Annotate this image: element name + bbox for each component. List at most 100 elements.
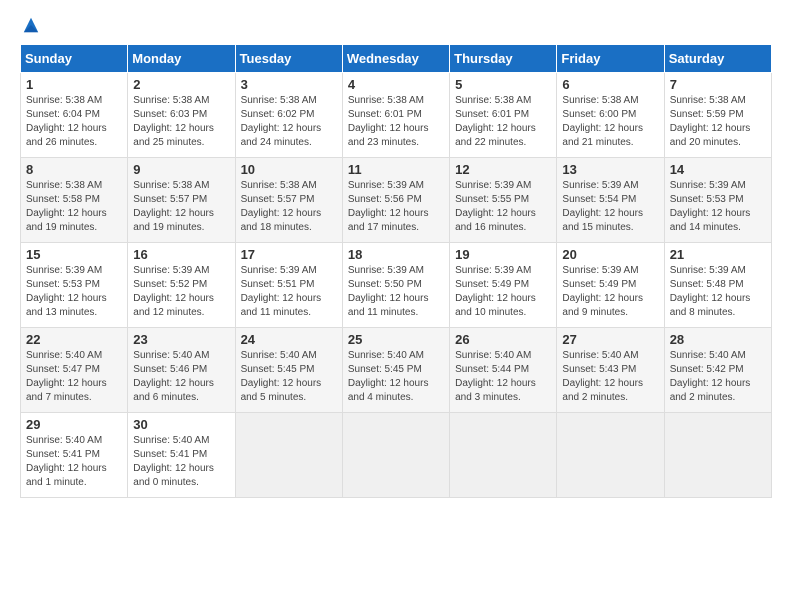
day-info: Sunrise: 5:39 AM Sunset: 5:55 PM Dayligh…: [455, 179, 551, 235]
day-info: Sunrise: 5:40 AM Sunset: 5:44 PM Dayligh…: [455, 349, 551, 405]
day-number: 5: [455, 77, 551, 92]
day-number: 2: [133, 77, 229, 92]
day-info: Sunrise: 5:38 AM Sunset: 6:04 PM Dayligh…: [26, 94, 122, 150]
day-cell: 3Sunrise: 5:38 AM Sunset: 6:02 PM Daylig…: [235, 73, 342, 158]
day-info: Sunrise: 5:40 AM Sunset: 5:45 PM Dayligh…: [241, 349, 337, 405]
day-number: 12: [455, 162, 551, 177]
day-info: Sunrise: 5:38 AM Sunset: 5:58 PM Dayligh…: [26, 179, 122, 235]
day-info: Sunrise: 5:40 AM Sunset: 5:41 PM Dayligh…: [133, 434, 229, 490]
day-number: 17: [241, 247, 337, 262]
day-cell: 24 Sunrise: 5:40 AM Sunset: 5:45 PM Dayli…: [235, 328, 342, 413]
day-info: Sunrise: 5:39 AM Sunset: 5:49 PM Dayligh…: [562, 264, 658, 320]
day-cell: 29Sunrise: 5:40 AM Sunset: 5:41 PM Dayli…: [21, 413, 128, 498]
day-number: 8: [26, 162, 122, 177]
day-number: 10: [241, 162, 337, 177]
day-number: 16: [133, 247, 229, 262]
day-cell: [342, 413, 449, 498]
day-number: 30: [133, 417, 229, 432]
day-cell: 6 Sunrise: 5:38 AM Sunset: 6:00 PM Daylig…: [557, 73, 664, 158]
day-info: Sunrise: 5:39 AM Sunset: 5:48 PM Dayligh…: [670, 264, 766, 320]
day-cell: 21 Sunrise: 5:39 AM Sunset: 5:48 PM Dayli…: [664, 243, 771, 328]
logo-icon: [22, 16, 40, 34]
day-cell: [664, 413, 771, 498]
col-header-tuesday: Tuesday: [235, 45, 342, 73]
day-cell: 10 Sunrise: 5:38 AM Sunset: 5:57 PM Dayli…: [235, 158, 342, 243]
col-header-friday: Friday: [557, 45, 664, 73]
day-info: Sunrise: 5:38 AM Sunset: 5:57 PM Dayligh…: [241, 179, 337, 235]
day-cell: 22 Sunrise: 5:40 AM Sunset: 5:47 PM Dayli…: [21, 328, 128, 413]
day-info: Sunrise: 5:39 AM Sunset: 5:51 PM Dayligh…: [241, 264, 337, 320]
day-cell: 16 Sunrise: 5:39 AM Sunset: 5:52 PM Dayli…: [128, 243, 235, 328]
day-cell: 30 Sunrise: 5:40 AM Sunset: 5:41 PM Dayli…: [128, 413, 235, 498]
day-info: Sunrise: 5:38 AM Sunset: 6:03 PM Dayligh…: [133, 94, 229, 150]
day-info: Sunrise: 5:39 AM Sunset: 5:53 PM Dayligh…: [26, 264, 122, 320]
calendar-table: SundayMondayTuesdayWednesdayThursdayFrid…: [20, 44, 772, 498]
header-row: SundayMondayTuesdayWednesdayThursdayFrid…: [21, 45, 772, 73]
week-row-5: 29 Sunrise: 5:40 AM Sunset: 5:41 PM Dayli…: [21, 413, 772, 498]
page: SundayMondayTuesdayWednesdayThursdayFrid…: [0, 0, 792, 514]
day-cell: 2 Sunrise: 5:38 AM Sunset: 6:03 PM Daylig…: [128, 73, 235, 158]
day-info: Sunrise: 5:40 AM Sunset: 5:47 PM Dayligh…: [26, 349, 122, 405]
day-number: 29: [26, 417, 122, 432]
day-number: 24: [241, 332, 337, 347]
day-info: Sunrise: 5:39 AM Sunset: 5:49 PM Dayligh…: [455, 264, 551, 320]
day-cell: 18 Sunrise: 5:39 AM Sunset: 5:50 PM Dayli…: [342, 243, 449, 328]
day-info: Sunrise: 5:40 AM Sunset: 5:46 PM Dayligh…: [133, 349, 229, 405]
day-number: 14: [670, 162, 766, 177]
day-cell: 15 Sunrise: 5:39 AM Sunset: 5:53 PM Dayli…: [21, 243, 128, 328]
day-info: Sunrise: 5:39 AM Sunset: 5:50 PM Dayligh…: [348, 264, 444, 320]
day-number: 6: [562, 77, 658, 92]
col-header-saturday: Saturday: [664, 45, 771, 73]
week-row-3: 15 Sunrise: 5:39 AM Sunset: 5:53 PM Dayli…: [21, 243, 772, 328]
day-cell: 11 Sunrise: 5:39 AM Sunset: 5:56 PM Dayli…: [342, 158, 449, 243]
day-number: 21: [670, 247, 766, 262]
day-cell: 5 Sunrise: 5:38 AM Sunset: 6:01 PM Daylig…: [450, 73, 557, 158]
day-info: Sunrise: 5:40 AM Sunset: 5:43 PM Dayligh…: [562, 349, 658, 405]
col-header-sunday: Sunday: [21, 45, 128, 73]
day-number: 4: [348, 77, 444, 92]
day-cell: 1Sunrise: 5:38 AM Sunset: 6:04 PM Daylig…: [21, 73, 128, 158]
day-info: Sunrise: 5:39 AM Sunset: 5:53 PM Dayligh…: [670, 179, 766, 235]
day-number: 7: [670, 77, 766, 92]
day-number: 22: [26, 332, 122, 347]
day-number: 23: [133, 332, 229, 347]
day-number: 19: [455, 247, 551, 262]
day-info: Sunrise: 5:39 AM Sunset: 5:54 PM Dayligh…: [562, 179, 658, 235]
day-cell: 19 Sunrise: 5:39 AM Sunset: 5:49 PM Dayli…: [450, 243, 557, 328]
day-cell: 4 Sunrise: 5:38 AM Sunset: 6:01 PM Daylig…: [342, 73, 449, 158]
day-info: Sunrise: 5:39 AM Sunset: 5:52 PM Dayligh…: [133, 264, 229, 320]
day-cell: 17 Sunrise: 5:39 AM Sunset: 5:51 PM Dayli…: [235, 243, 342, 328]
day-info: Sunrise: 5:38 AM Sunset: 6:01 PM Dayligh…: [455, 94, 551, 150]
day-cell: 14 Sunrise: 5:39 AM Sunset: 5:53 PM Dayli…: [664, 158, 771, 243]
day-info: Sunrise: 5:39 AM Sunset: 5:56 PM Dayligh…: [348, 179, 444, 235]
logo: [20, 16, 40, 34]
day-info: Sunrise: 5:40 AM Sunset: 5:42 PM Dayligh…: [670, 349, 766, 405]
day-number: 20: [562, 247, 658, 262]
header: [20, 16, 772, 34]
day-cell: 26 Sunrise: 5:40 AM Sunset: 5:44 PM Dayli…: [450, 328, 557, 413]
day-info: Sunrise: 5:38 AM Sunset: 6:00 PM Dayligh…: [562, 94, 658, 150]
day-number: 25: [348, 332, 444, 347]
day-number: 11: [348, 162, 444, 177]
day-cell: 7Sunrise: 5:38 AM Sunset: 5:59 PM Daylig…: [664, 73, 771, 158]
col-header-wednesday: Wednesday: [342, 45, 449, 73]
day-cell: 12 Sunrise: 5:39 AM Sunset: 5:55 PM Dayli…: [450, 158, 557, 243]
day-number: 26: [455, 332, 551, 347]
day-number: 27: [562, 332, 658, 347]
col-header-monday: Monday: [128, 45, 235, 73]
day-number: 13: [562, 162, 658, 177]
day-number: 3: [241, 77, 337, 92]
day-cell: 28Sunrise: 5:40 AM Sunset: 5:42 PM Dayli…: [664, 328, 771, 413]
col-header-thursday: Thursday: [450, 45, 557, 73]
day-info: Sunrise: 5:38 AM Sunset: 6:01 PM Dayligh…: [348, 94, 444, 150]
day-number: 15: [26, 247, 122, 262]
day-number: 18: [348, 247, 444, 262]
day-cell: 9Sunrise: 5:38 AM Sunset: 5:57 PM Daylig…: [128, 158, 235, 243]
day-cell: 27 Sunrise: 5:40 AM Sunset: 5:43 PM Dayli…: [557, 328, 664, 413]
day-cell: 23 Sunrise: 5:40 AM Sunset: 5:46 PM Dayli…: [128, 328, 235, 413]
day-cell: [235, 413, 342, 498]
week-row-1: 1Sunrise: 5:38 AM Sunset: 6:04 PM Daylig…: [21, 73, 772, 158]
day-info: Sunrise: 5:38 AM Sunset: 5:57 PM Dayligh…: [133, 179, 229, 235]
week-row-4: 22 Sunrise: 5:40 AM Sunset: 5:47 PM Dayli…: [21, 328, 772, 413]
day-cell: 20 Sunrise: 5:39 AM Sunset: 5:49 PM Dayli…: [557, 243, 664, 328]
